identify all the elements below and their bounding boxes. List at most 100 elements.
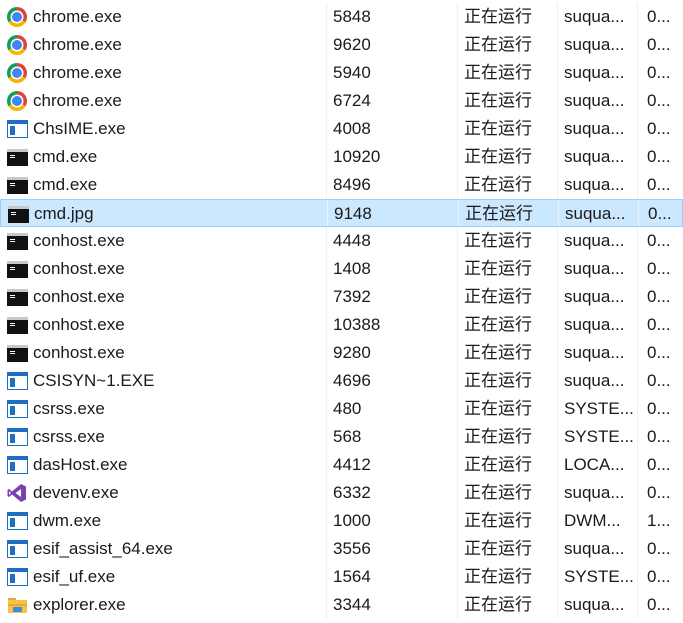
user-name-cell: SYSTE...: [564, 399, 634, 418]
console-icon: [7, 261, 28, 278]
process-name-cell: chrome.exe: [0, 87, 326, 115]
app-window-icon: [7, 540, 28, 558]
table-row[interactable]: csrss.exe 480 正在运行 SYSTE... 0...: [0, 395, 683, 423]
process-name-cell: dasHost.exe: [0, 451, 326, 479]
process-name: csrss.exe: [33, 399, 105, 418]
table-row[interactable]: conhost.exe 1408 正在运行 suqua... 0...: [0, 255, 683, 283]
table-row[interactable]: conhost.exe 9280 正在运行 suqua... 0...: [0, 339, 683, 367]
chrome-icon: [7, 63, 27, 83]
cpu-cell: 0...: [647, 399, 671, 418]
column-divider: [637, 3, 638, 31]
column-divider: [457, 115, 458, 143]
status-cell: 正在运行: [464, 63, 532, 82]
pid-cell: 1564: [333, 567, 371, 586]
column-divider: [326, 143, 327, 171]
app-window-icon: [7, 568, 28, 586]
column-divider: [457, 507, 458, 535]
column-divider: [557, 87, 558, 115]
cpu-cell: 0...: [647, 595, 671, 614]
column-divider: [457, 3, 458, 31]
status-cell: 正在运行: [464, 287, 532, 306]
user-name-cell: suqua...: [564, 91, 625, 110]
pid-cell: 7392: [333, 287, 371, 306]
column-divider: [637, 87, 638, 115]
status-cell: 正在运行: [464, 35, 532, 54]
table-row[interactable]: esif_assist_64.exe 3556 正在运行 suqua... 0...: [0, 535, 683, 563]
process-name-cell: esif_assist_64.exe: [0, 535, 326, 563]
console-icon: [7, 177, 28, 194]
table-row[interactable]: chrome.exe 5848 正在运行 suqua... 0...: [0, 3, 683, 31]
column-divider: [557, 59, 558, 87]
status-cell: 正在运行: [464, 175, 532, 194]
user-name-cell: suqua...: [564, 259, 625, 278]
cpu-cell: 0...: [647, 91, 671, 110]
table-row[interactable]: dwm.exe 1000 正在运行 DWM... 1...: [0, 507, 683, 535]
cpu-cell: 0...: [647, 231, 671, 250]
table-row[interactable]: chrome.exe 5940 正在运行 suqua... 0...: [0, 59, 683, 87]
table-row[interactable]: explorer.exe 3344 正在运行 suqua... 0...: [0, 591, 683, 619]
table-row-selected[interactable]: cmd.jpg 9148 正在运行 suqua... 0...: [0, 199, 683, 227]
column-divider: [457, 451, 458, 479]
process-name: chrome.exe: [33, 35, 122, 54]
cpu-cell: 0...: [647, 7, 671, 26]
table-row[interactable]: cmd.exe 8496 正在运行 suqua... 0...: [0, 171, 683, 199]
table-row[interactable]: ChsIME.exe 4008 正在运行 suqua... 0...: [0, 115, 683, 143]
column-divider: [557, 451, 558, 479]
pid-cell: 4696: [333, 371, 371, 390]
column-divider: [457, 255, 458, 283]
table-row[interactable]: chrome.exe 9620 正在运行 suqua... 0...: [0, 31, 683, 59]
column-divider: [326, 423, 327, 451]
pid-cell: 4448: [333, 231, 371, 250]
pid-cell: 6332: [333, 483, 371, 502]
user-name-cell: suqua...: [564, 147, 625, 166]
column-divider: [557, 283, 558, 311]
column-divider: [326, 507, 327, 535]
column-divider: [557, 563, 558, 591]
pid-cell: 480: [333, 399, 362, 418]
user-name-cell: SYSTE...: [564, 427, 634, 446]
cpu-cell: 0...: [647, 371, 671, 390]
user-name-cell: suqua...: [564, 483, 625, 502]
table-row[interactable]: esif_uf.exe 1564 正在运行 SYSTE... 0...: [0, 563, 683, 591]
table-row[interactable]: CSISYN~1.EXE 4696 正在运行 suqua... 0...: [0, 367, 683, 395]
column-divider: [326, 311, 327, 339]
table-row[interactable]: cmd.exe 10920 正在运行 suqua... 0...: [0, 143, 683, 171]
process-name: esif_assist_64.exe: [33, 539, 173, 558]
pid-cell: 3556: [333, 539, 371, 558]
app-window-icon: [7, 120, 28, 138]
status-cell: 正在运行: [464, 7, 532, 26]
table-row[interactable]: dasHost.exe 4412 正在运行 LOCA... 0...: [0, 451, 683, 479]
column-divider: [637, 367, 638, 395]
process-name-cell: cmd.exe: [0, 171, 326, 199]
process-name: CSISYN~1.EXE: [33, 371, 155, 390]
cpu-cell: 0...: [647, 259, 671, 278]
process-name: conhost.exe: [33, 231, 125, 250]
table-row[interactable]: chrome.exe 6724 正在运行 suqua... 0...: [0, 87, 683, 115]
column-divider: [457, 87, 458, 115]
folder-icon: [7, 595, 28, 615]
pid-cell: 8496: [333, 175, 371, 194]
column-divider: [637, 423, 638, 451]
process-name-cell: dwm.exe: [0, 507, 326, 535]
process-name-cell: chrome.exe: [0, 3, 326, 31]
table-row[interactable]: conhost.exe 4448 正在运行 suqua... 0...: [0, 227, 683, 255]
status-cell: 正在运行: [464, 399, 532, 418]
table-row[interactable]: conhost.exe 10388 正在运行 suqua... 0...: [0, 311, 683, 339]
column-divider: [326, 479, 327, 507]
cpu-cell: 0...: [647, 455, 671, 474]
app-window-icon: [7, 512, 28, 530]
table-row[interactable]: conhost.exe 7392 正在运行 suqua... 0...: [0, 283, 683, 311]
column-divider: [457, 367, 458, 395]
cpu-cell: 0...: [647, 63, 671, 82]
process-name: chrome.exe: [33, 7, 122, 26]
user-name-cell: suqua...: [564, 63, 625, 82]
process-name-cell: conhost.exe: [0, 227, 326, 255]
status-cell: 正在运行: [464, 315, 532, 334]
column-divider: [326, 535, 327, 563]
table-row[interactable]: csrss.exe 568 正在运行 SYSTE... 0...: [0, 423, 683, 451]
column-divider: [557, 115, 558, 143]
column-divider: [457, 311, 458, 339]
process-list: chrome.exe 5848 正在运行 suqua... 0... chrome.exe…: [0, 3, 683, 619]
table-row[interactable]: devenv.exe 6332 正在运行 suqua... 0...: [0, 479, 683, 507]
process-name-cell: devenv.exe: [0, 479, 326, 507]
